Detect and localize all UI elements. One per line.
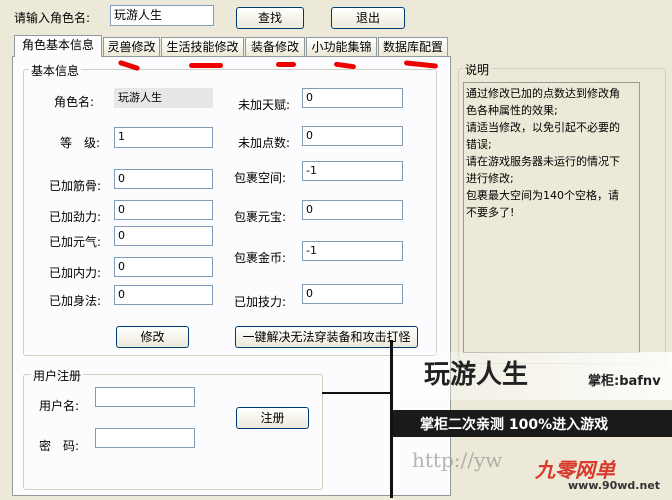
exit-button[interactable]: 退出 (331, 7, 405, 29)
yuanqi-label: 已加元气: (49, 235, 102, 249)
jingu-input[interactable]: 0 (114, 169, 213, 189)
help-title: 说明 (463, 61, 492, 78)
name-label: 角色名: (54, 95, 95, 109)
username-label: 用户名: (39, 399, 80, 413)
help-line: 包裹最大空间为140个空格，请 (466, 189, 619, 202)
watermark-url: http://yw (412, 448, 503, 472)
tab-panel: 基本信息 角色名: 玩游人生 等 级: 1 已加筋骨: 0 已加劲力: 0 已加… (12, 56, 451, 496)
help-line: 不要多了! (466, 206, 515, 219)
jinli-label: 已加劲力: (49, 210, 102, 224)
brand-url: www.90wd.net (568, 479, 661, 492)
watermark-title: 玩游人生 (424, 360, 529, 390)
bag-gold-input[interactable]: -1 (302, 241, 403, 261)
help-line: 进行修改; (466, 172, 514, 185)
dianshu-input[interactable]: 0 (302, 126, 403, 146)
tianfu-label: 未加天赋: (238, 98, 291, 112)
basic-info-title: 基本信息 (29, 62, 82, 79)
jineng-input[interactable]: 0 (302, 284, 403, 304)
role-name-input[interactable]: 玩游人生 (110, 5, 214, 26)
level-input[interactable]: 1 (114, 127, 213, 148)
password-label: 密 码: (39, 439, 80, 453)
red-annotation-mark (276, 62, 296, 67)
password-input[interactable] (95, 428, 195, 448)
modify-button[interactable]: 修改 (116, 326, 189, 348)
red-annotation-mark (189, 63, 223, 68)
watermark-owner: 掌柜:bafnv (588, 374, 661, 389)
bag-yuanbao-input[interactable]: 0 (302, 200, 403, 220)
help-line: 错误; (466, 138, 492, 151)
yuanqi-input[interactable]: 0 (114, 226, 213, 246)
jinli-input[interactable]: 0 (114, 200, 213, 220)
dianshu-label: 未加点数: (238, 136, 291, 150)
tab-equipment-modify[interactable]: 装备修改 (245, 37, 305, 56)
neili-label: 已加内力: (49, 266, 102, 280)
bag-yuanbao-label: 包裹元宝: (234, 210, 287, 224)
role-name-label: 请输入角色名: (14, 11, 91, 25)
help-line: 请适当修改，以免引起不必要的 (466, 121, 620, 134)
register-title: 用户注册 (31, 367, 84, 384)
watermark-slogan: 掌柜二次亲测 100%进入游戏 (420, 417, 609, 433)
tab-basic-info[interactable]: 角色基本信息 (14, 35, 102, 57)
name-value: 玩游人生 (114, 88, 213, 108)
bag-space-label: 包裹空间: (234, 171, 287, 185)
username-input[interactable] (95, 387, 195, 407)
jineng-label: 已加技力: (234, 295, 287, 309)
shenfa-input[interactable]: 0 (114, 285, 213, 305)
tianfu-input[interactable]: 0 (302, 88, 403, 108)
tab-pet-modify[interactable]: 灵兽修改 (103, 37, 160, 56)
help-textarea[interactable]: 通过修改已加的点数达到修改角 色各种属性的效果; 请适当修改，以免引起不必要的 … (463, 82, 640, 353)
search-button[interactable]: 查找 (236, 7, 304, 29)
level-label: 等 级: (60, 136, 101, 150)
watermark-line-horizontal (322, 392, 392, 394)
shenfa-label: 已加身法: (49, 294, 102, 308)
help-line: 色各种属性的效果; (466, 104, 558, 117)
tab-database-config[interactable]: 数据库配置 (378, 37, 448, 56)
tab-small-features[interactable]: 小功能集锦 (306, 37, 377, 56)
tab-life-skill-modify[interactable]: 生活技能修改 (161, 37, 244, 56)
help-line: 请在游戏服务器未运行的情况下 (466, 155, 620, 168)
bag-gold-label: 包裹金币: (234, 251, 287, 265)
jingu-label: 已加筋骨: (49, 179, 102, 193)
bag-space-input[interactable]: -1 (302, 161, 403, 181)
help-line: 通过修改已加的点数达到修改角 (466, 87, 620, 100)
neili-input[interactable]: 0 (114, 257, 213, 277)
register-button[interactable]: 注册 (236, 407, 309, 429)
